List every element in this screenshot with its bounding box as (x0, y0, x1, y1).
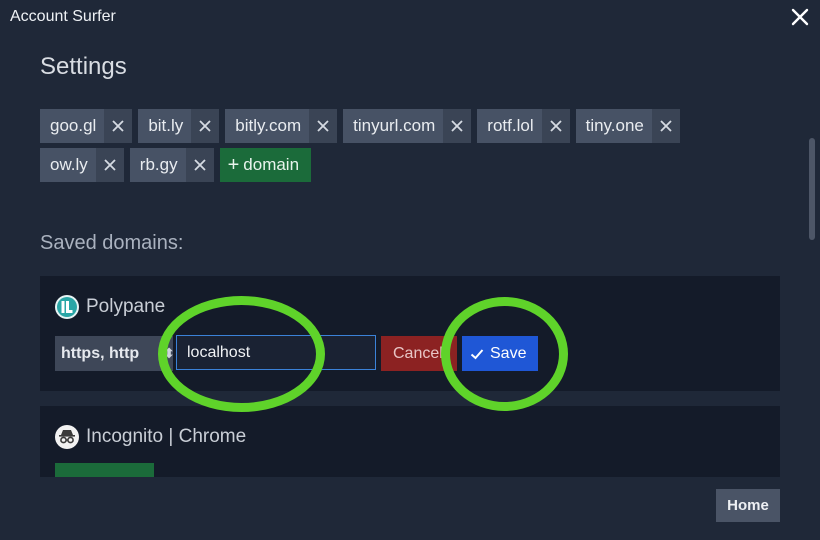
domain-chip: rb.gy (129, 148, 214, 182)
domain-chip: bitly.com (225, 109, 338, 143)
chevron-updown-icon: ⬍ (163, 345, 175, 361)
close-icon[interactable] (790, 7, 810, 27)
close-icon (104, 159, 116, 171)
page-title: Settings (40, 53, 127, 80)
domain-chip-label: tiny.one (585, 116, 644, 135)
close-icon (199, 120, 211, 132)
remove-domain-button[interactable] (104, 109, 133, 143)
close-icon (112, 120, 124, 132)
remove-domain-button[interactable] (541, 109, 570, 143)
plus-icon: + (227, 154, 240, 176)
saved-domain-card: Incognito | Chrome (40, 406, 780, 477)
domain-chip-label: rotf.lol (487, 116, 534, 135)
protocol-select[interactable]: https, http ⬍ (55, 336, 175, 371)
domain-chip-label: goo.gl (50, 116, 97, 135)
saved-domain-card: Polypane https, http ⬍ Cancel Save (40, 276, 780, 391)
save-button[interactable]: Save (462, 336, 538, 371)
protocol-value: https, http (61, 345, 140, 362)
shortener-domain-list: goo.gl bit.ly bitly.com tinyurl.com rotf… (40, 109, 740, 187)
remove-domain-button[interactable] (443, 109, 472, 143)
add-domain-label: domain (243, 155, 300, 174)
domain-chip-label: bitly.com (235, 116, 302, 135)
app-name: Incognito | Chrome (86, 426, 247, 447)
add-domain-button[interactable]: + domain (219, 148, 312, 182)
app-title: Account Surfer (10, 8, 116, 25)
home-button[interactable]: Home (716, 489, 780, 522)
domain-chip: rotf.lol (477, 109, 570, 143)
close-icon (193, 159, 206, 171)
remove-domain-button[interactable] (185, 148, 214, 182)
saved-domains-heading: Saved domains: (40, 232, 184, 254)
checkmark-icon (470, 348, 484, 359)
close-icon (451, 120, 463, 132)
domain-chip-label: bit.ly (148, 116, 184, 135)
domain-chip-label: ow.ly (50, 155, 88, 174)
domain-chip-label: rb.gy (139, 155, 178, 174)
close-icon (317, 120, 329, 132)
remove-domain-button[interactable] (191, 109, 220, 143)
domain-chip: bit.ly (138, 109, 220, 143)
scrollbar-thumb[interactable] (809, 138, 815, 240)
title-bar: Account Surfer (0, 0, 820, 36)
domain-chip: tiny.one (575, 109, 680, 143)
remove-domain-button[interactable] (651, 109, 680, 143)
domain-chip-label: tinyurl.com (353, 116, 436, 135)
cancel-button[interactable]: Cancel (381, 336, 457, 371)
remove-domain-button[interactable] (95, 148, 124, 182)
polypane-icon (55, 295, 79, 319)
close-icon (549, 120, 562, 132)
app-name: Polypane (86, 296, 166, 317)
add-domain-button[interactable] (55, 463, 154, 477)
domain-chip: tinyurl.com (343, 109, 472, 143)
domain-input[interactable] (176, 335, 376, 370)
domain-chip: goo.gl (40, 109, 133, 143)
save-label: Save (490, 345, 527, 362)
remove-domain-button[interactable] (309, 109, 338, 143)
domain-chip: ow.ly (40, 148, 124, 182)
incognito-icon (55, 425, 79, 449)
close-icon (660, 120, 672, 132)
